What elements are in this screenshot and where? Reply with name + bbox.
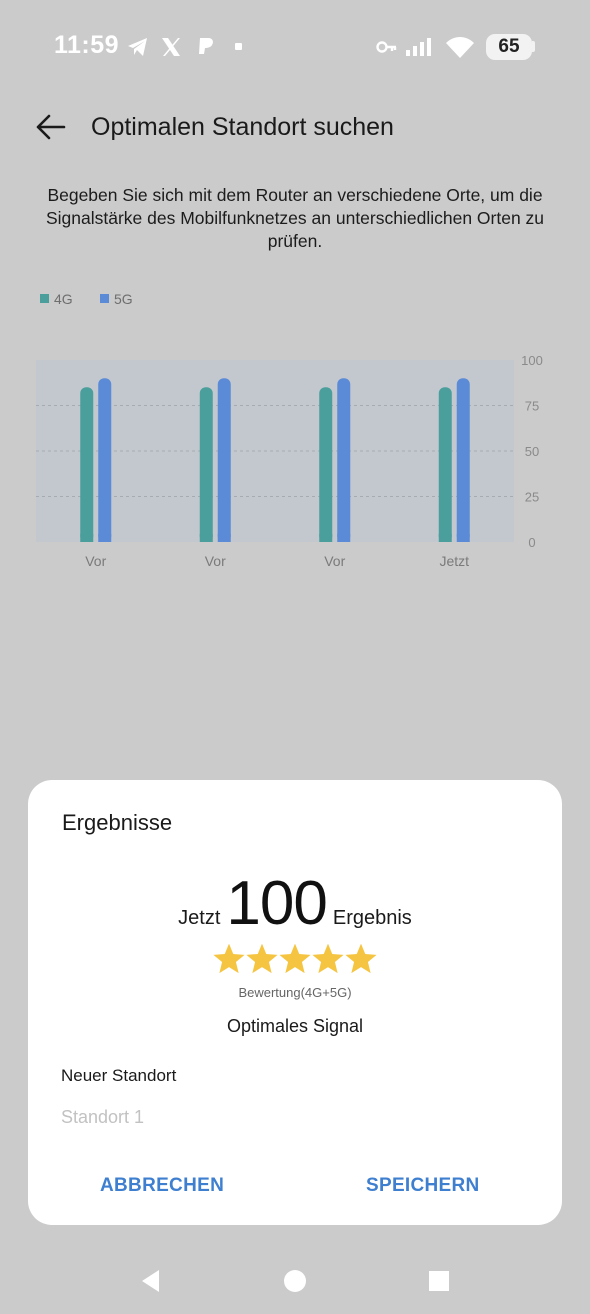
chart-bar-4g <box>199 387 213 542</box>
nav-back-button[interactable] <box>137 1267 165 1295</box>
description-text: Begeben Sie sich mit dem Router an versc… <box>45 185 545 251</box>
chart-bar-base-4g <box>80 534 94 542</box>
score-row: Jetzt100 Ergebnis <box>28 868 562 938</box>
signal-bar-chart: 100 75 50 25 0 Vor Vor Vor Jetzt <box>36 353 543 569</box>
legend-item-4g: 4G <box>40 291 73 307</box>
nav-recents-button[interactable] <box>425 1267 453 1295</box>
chart-bar-5g <box>337 378 351 542</box>
dialog-title: Ergebnisse <box>62 810 173 835</box>
legend-label-5g: 5G <box>114 291 133 307</box>
home-circle-icon <box>284 1270 306 1292</box>
dot-icon <box>235 43 242 50</box>
chart-bar-base-5g <box>337 534 351 542</box>
nav-home-button[interactable] <box>281 1267 309 1295</box>
x-icon <box>160 36 182 63</box>
score-value: 100 <box>226 869 327 938</box>
x-tick-label: Jetzt <box>439 553 469 569</box>
legend-label-4g: 4G <box>54 291 73 307</box>
chart-bar-base-4g <box>319 534 333 542</box>
legend-swatch-4g <box>40 294 49 303</box>
star-icon <box>245 942 279 975</box>
signal-quality-text: Optimales Signal <box>226 1016 364 1036</box>
chart-bar-5g <box>98 378 112 542</box>
chart-bar-base-5g <box>217 534 231 542</box>
new-location-label: Neuer Standort <box>61 1066 177 1085</box>
y-tick-label: 50 <box>525 444 539 459</box>
chart-bar-base-4g <box>199 534 213 542</box>
battery-tip <box>532 41 535 52</box>
chart-bar-base-4g <box>438 534 452 542</box>
score-suffix: Ergebnis <box>332 907 412 929</box>
x-tick-label: Vor <box>205 553 226 569</box>
star-icon <box>311 942 345 975</box>
y-tick-label: 25 <box>525 490 539 505</box>
page-title: Optimalen Standort suchen <box>91 113 394 141</box>
telegram-icon <box>126 36 150 63</box>
chart-bar-4g <box>319 387 333 542</box>
status-bar: 11:59 65 <box>0 0 590 94</box>
navigation-bar <box>0 1250 590 1314</box>
battery-level: 65 <box>498 36 520 57</box>
legend-swatch-5g <box>100 294 109 303</box>
back-button[interactable] <box>32 108 72 148</box>
x-tick-label: Vor <box>324 553 345 569</box>
key-icon <box>376 38 398 61</box>
y-tick-label: 0 <box>528 535 535 550</box>
signal-icon <box>404 36 434 63</box>
star-icon <box>278 942 312 975</box>
star-rating <box>28 942 562 980</box>
chart-bar-5g <box>456 378 470 542</box>
legend-item-5g: 5G <box>100 291 133 307</box>
paypal-icon <box>196 36 216 63</box>
chart-bar-4g <box>438 387 452 542</box>
x-tick-label: Vor <box>85 553 106 569</box>
chart-bar-5g <box>217 378 231 542</box>
cancel-button[interactable]: ABBRECHEN <box>100 1172 224 1200</box>
chart-bar-base-5g <box>98 534 112 542</box>
location-name-input[interactable] <box>61 1102 531 1132</box>
back-triangle-icon <box>142 1270 159 1292</box>
results-dialog: Ergebnisse Jetzt100 Ergebnis Bewertung(4G… <box>28 780 562 1225</box>
y-tick-label: 75 <box>525 399 539 414</box>
recents-square-icon <box>429 1271 449 1291</box>
score-prefix: Jetzt <box>178 907 221 929</box>
star-icon <box>344 942 378 975</box>
battery-icon: 65 <box>486 34 532 60</box>
star-icon <box>212 942 246 975</box>
chart-bar-base-5g <box>456 534 470 542</box>
arrow-left-icon <box>36 114 66 140</box>
y-tick-label: 100 <box>521 353 543 368</box>
save-button[interactable]: SPEICHERN <box>366 1172 480 1200</box>
wifi-icon <box>444 34 476 65</box>
status-time: 11:59 <box>54 31 120 59</box>
screen: 11:59 65 Optimalen Standort suchen Begeb… <box>0 0 590 1314</box>
chart-bar-4g <box>80 387 94 542</box>
rating-note: Bewertung(4G+5G) <box>238 985 352 1000</box>
